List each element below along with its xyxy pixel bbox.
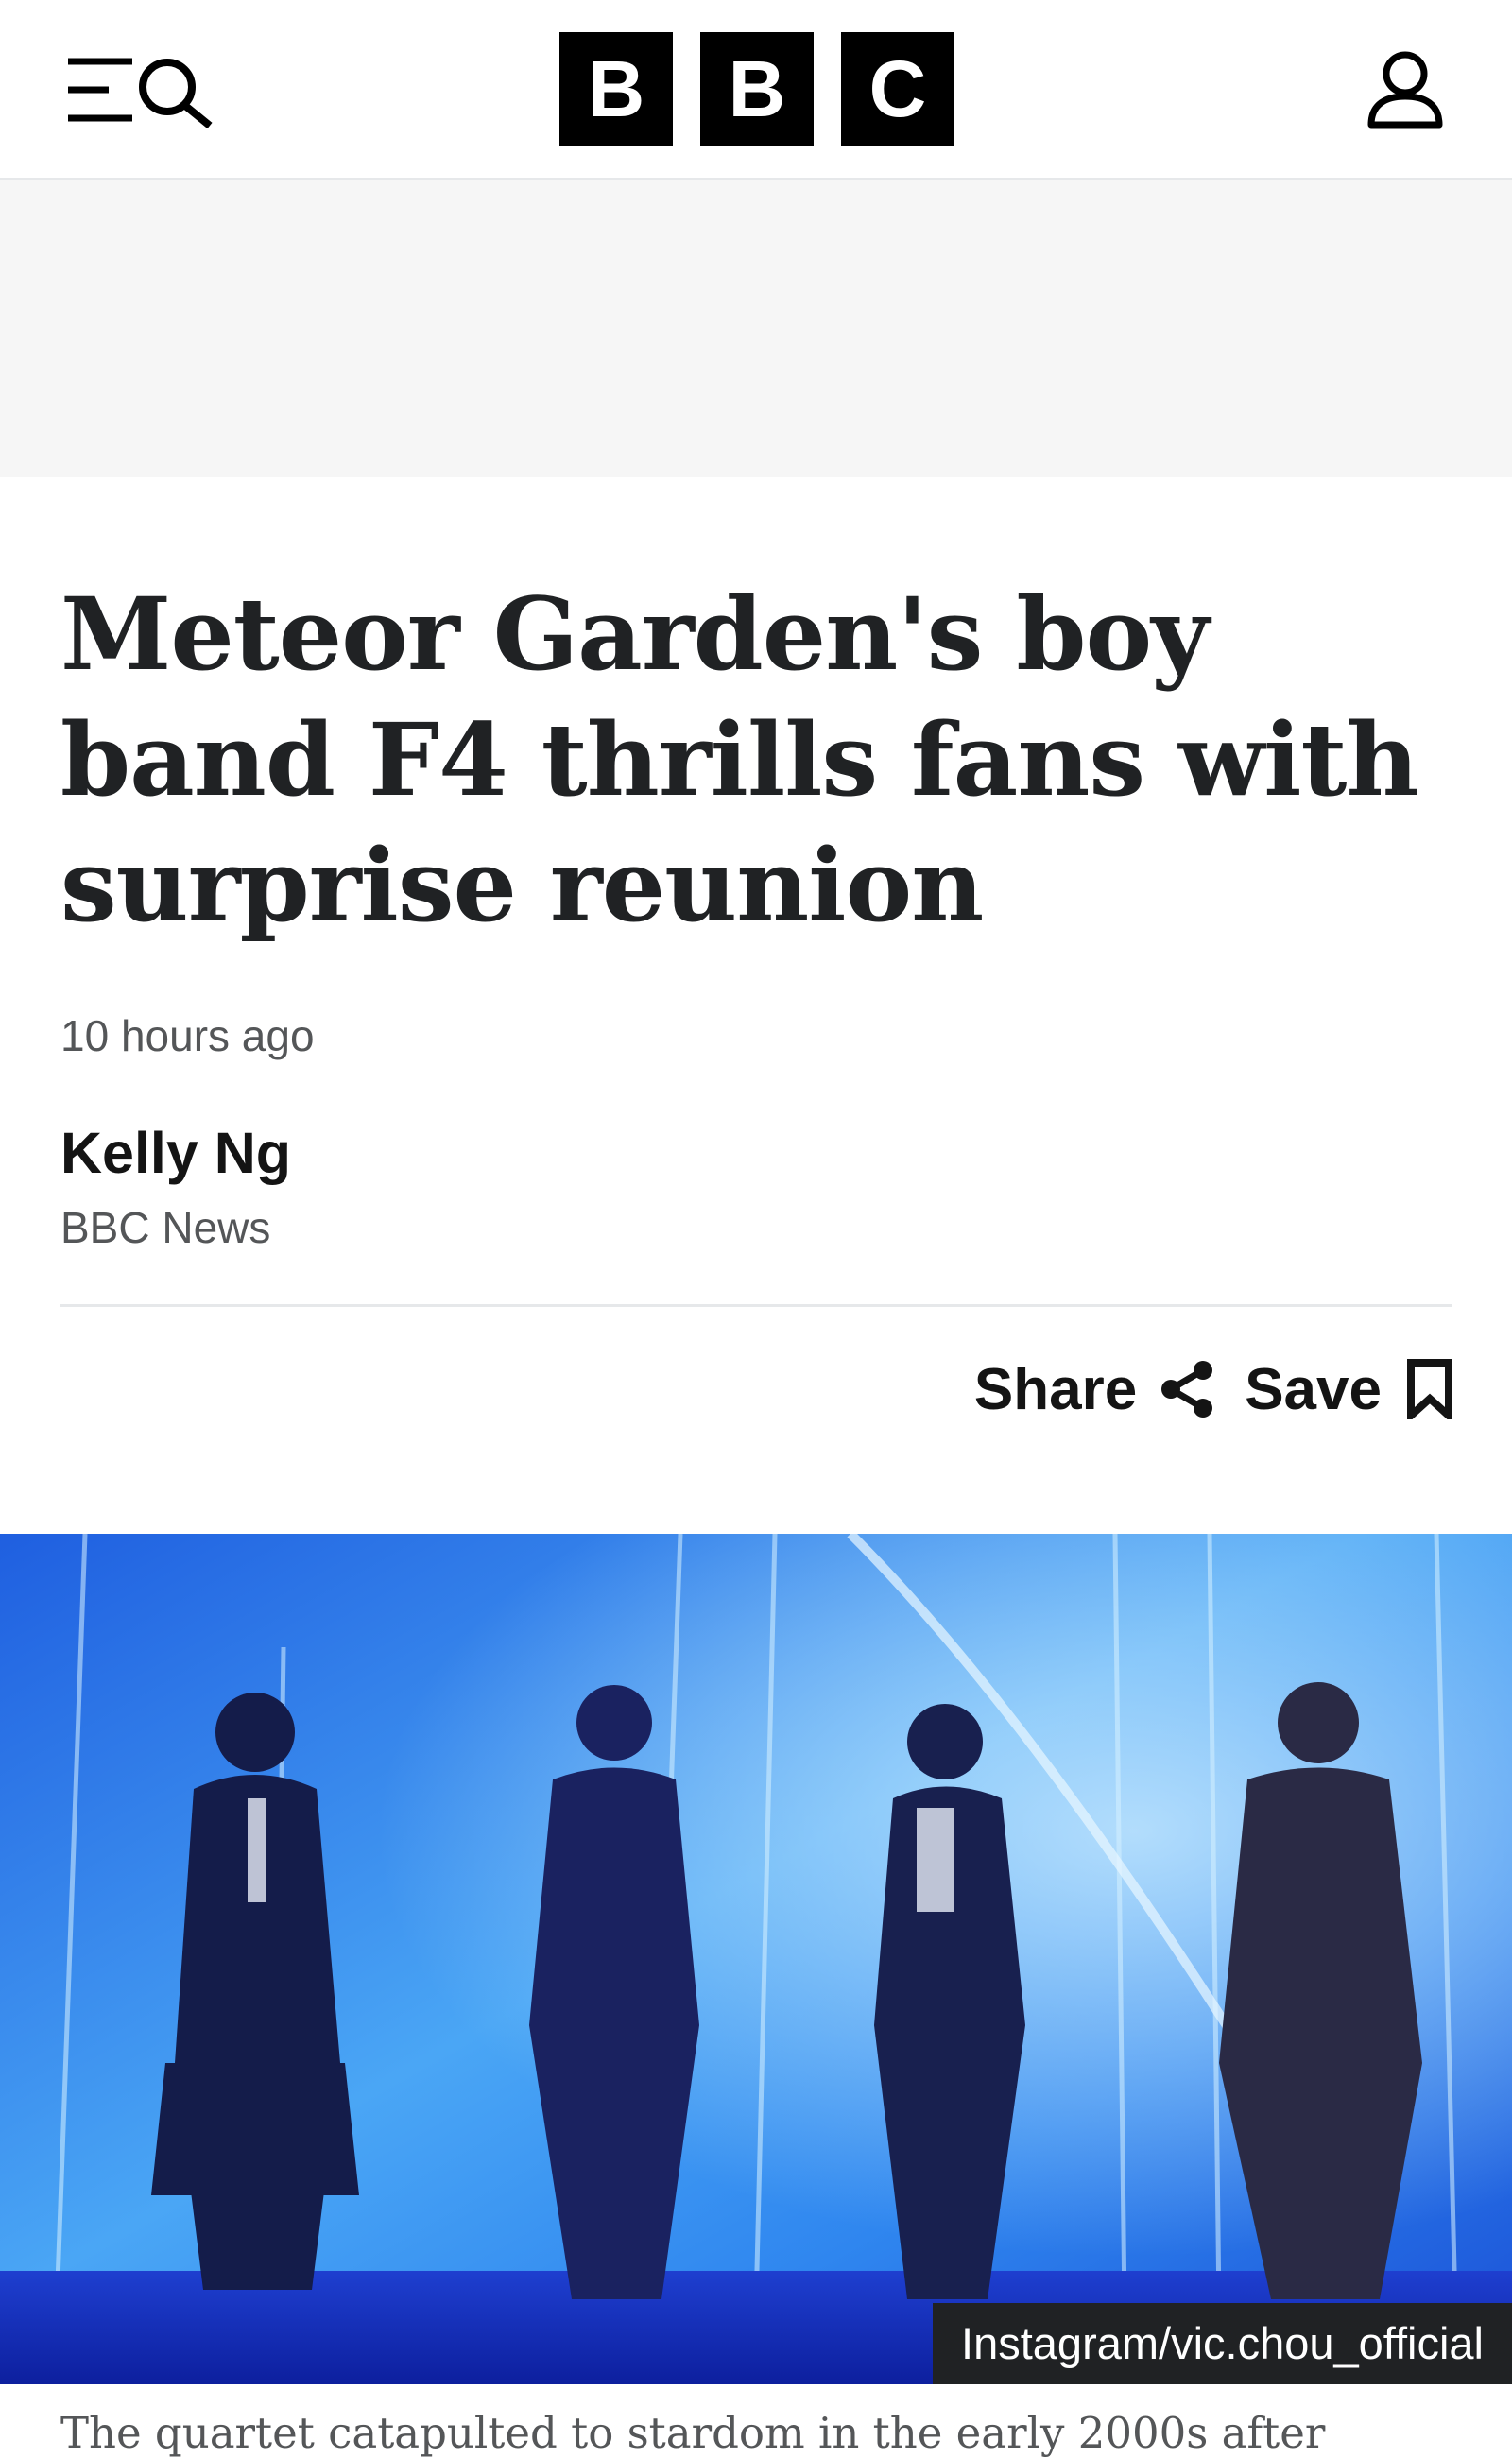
article-headline: Meteor Garden's boy band F4 thrills fans… [60,575,1419,944]
image-caption: The quartet catapulted to stardom in the… [60,2408,1326,2458]
advertisement-slot [0,180,1512,477]
save-button[interactable]: Save [1245,1356,1453,1423]
account-button[interactable] [1366,49,1445,129]
author-organization: BBC News [60,1203,271,1252]
logo-letter: B [559,32,673,146]
article-image[interactable]: Instagram/vic.chou_official [0,1534,1512,2384]
save-label: Save [1245,1356,1382,1422]
menu-icon [68,58,132,122]
logo-letter: C [841,32,954,146]
share-icon [1161,1361,1213,1418]
article-timestamp: 10 hours ago [60,1011,315,1060]
author-name[interactable]: Kelly Ng [60,1120,291,1186]
account-icon [1367,51,1443,129]
article-actions: Share Save [974,1351,1453,1427]
site-header: B B C [0,0,1512,180]
logo-letter: B [700,32,814,146]
share-button[interactable]: Share [974,1356,1214,1423]
bookmark-icon [1407,1359,1452,1419]
image-credit: Instagram/vic.chou_official [933,2303,1512,2384]
search-icon [139,59,213,129]
menu-search-button[interactable] [66,52,217,129]
share-label: Share [973,1356,1138,1422]
bbc-logo[interactable]: B B C [559,32,954,147]
divider [60,1304,1452,1307]
concert-stage-photo [0,1534,1512,2384]
